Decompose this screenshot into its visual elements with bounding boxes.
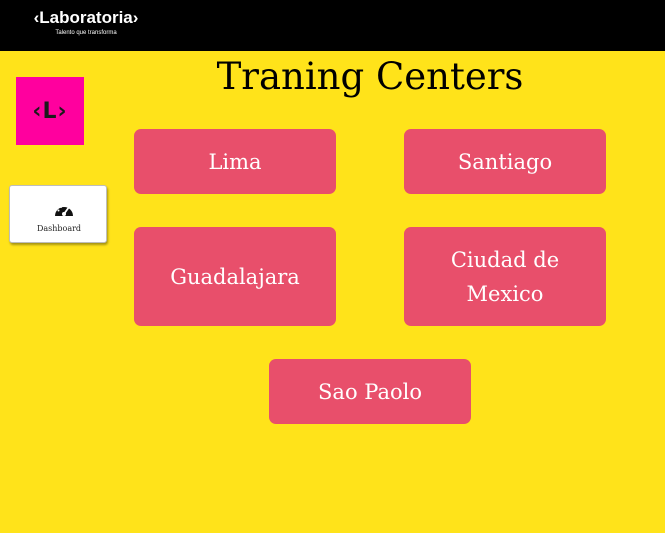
center-button-lima[interactable]: Lima: [134, 129, 336, 194]
speedometer-icon: [53, 201, 75, 219]
center-button-ciudad-de-mexico[interactable]: Ciudad de Mexico: [404, 227, 606, 326]
brand-name: ‹Laboratoria›: [33, 8, 139, 27]
center-button-santiago[interactable]: Santiago: [404, 129, 606, 194]
page-title: Traning Centers: [216, 55, 524, 98]
dashboard-label: Dashboard: [36, 224, 82, 233]
brand-logo[interactable]: ‹Laboratoria› Talento que transforma: [24, 8, 148, 37]
laboratoria-logo-icon[interactable]: ‹L›: [16, 77, 84, 145]
top-bar: ‹Laboratoria› Talento que transforma: [0, 0, 665, 51]
dashboard-button[interactable]: Dashboard: [9, 185, 107, 243]
center-button-guadalajara[interactable]: Guadalajara: [134, 227, 336, 326]
center-button-sao-paolo[interactable]: Sao Paolo: [269, 359, 471, 424]
brand-tagline: Talento que transforma: [55, 30, 117, 36]
